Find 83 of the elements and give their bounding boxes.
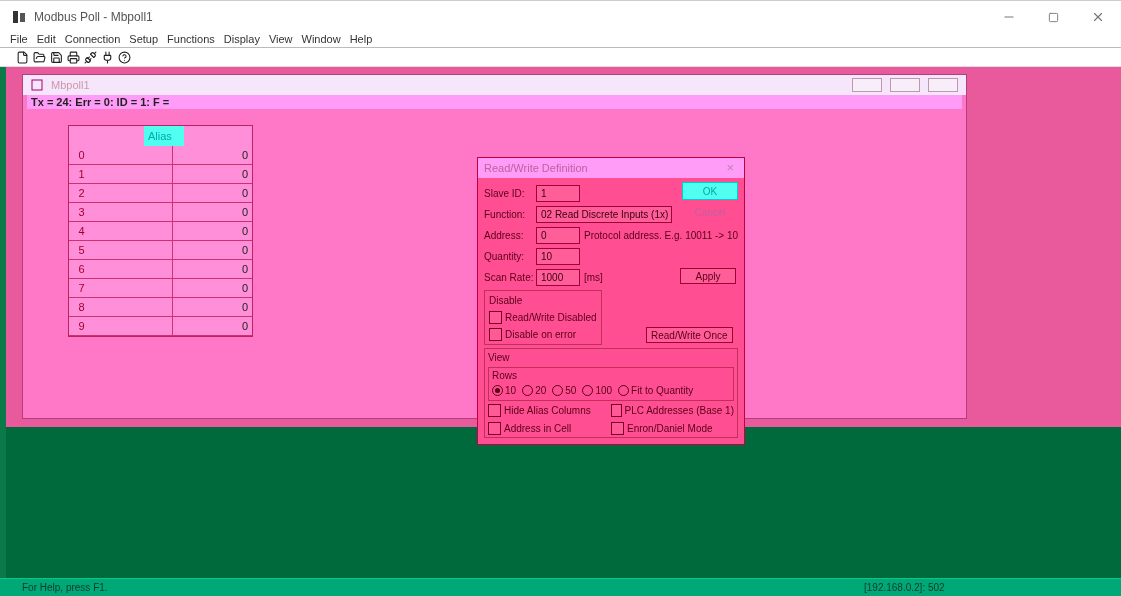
function-dropdown[interactable]: 02 Read Discrete Inputs (1x) — [536, 205, 672, 223]
radio-label: Fit to Quantity — [631, 384, 694, 398]
radio-label: 50 — [565, 384, 577, 398]
table-cell: 0 — [172, 279, 252, 297]
window-title: Modbus Poll - Mbpoll1 — [34, 9, 154, 26]
menu-item[interactable]: Edit — [36, 30, 56, 48]
new-file-icon[interactable] — [16, 50, 29, 64]
menu-item[interactable]: File — [10, 30, 28, 48]
radio-label: 10 — [505, 384, 517, 398]
checkbox[interactable] — [489, 311, 502, 324]
row-number: 8 — [77, 300, 86, 315]
help-icon[interactable] — [118, 50, 131, 64]
row-number: 7 — [77, 281, 86, 296]
table-cell: 0 — [172, 317, 252, 335]
checkbox[interactable] — [611, 404, 622, 417]
table-cell: 0 — [172, 260, 252, 278]
radio-label: 100 — [595, 384, 613, 398]
checkbox-label: Enron/Daniel Mode — [627, 422, 713, 436]
row-number: 5 — [77, 243, 86, 258]
field-label: Slave ID: — [484, 186, 526, 201]
table-cell: 0 — [172, 241, 252, 259]
checkbox-label: Read/Write Disabled — [505, 311, 597, 325]
menu-item[interactable]: View — [268, 30, 293, 48]
group-title: Disable — [489, 294, 524, 308]
table-cell: 0 — [172, 184, 252, 202]
table-cell: 0 — [172, 222, 252, 240]
checkbox-label: Disable on error — [505, 328, 577, 342]
save-icon[interactable] — [50, 50, 63, 64]
row-number: 9 — [77, 319, 86, 334]
field-label: Function: — [484, 207, 527, 222]
group-title: View — [488, 351, 511, 365]
row-number: 0 — [77, 148, 86, 163]
checkbox-label: Hide Alias Columns — [504, 404, 591, 418]
row-number: 3 — [77, 205, 86, 220]
maximize-icon[interactable] — [1048, 11, 1059, 23]
menu-item[interactable]: Window — [301, 30, 341, 48]
menu-item[interactable]: Help — [349, 30, 373, 48]
restore-button[interactable] — [890, 78, 920, 92]
print-icon[interactable] — [67, 50, 80, 64]
group-title: Rows — [492, 370, 517, 381]
menu-item[interactable]: Display — [223, 30, 260, 48]
menu-item[interactable]: Setup — [129, 30, 159, 48]
plug-icon[interactable] — [101, 50, 114, 64]
help-text: For Help, press F1. — [22, 581, 109, 595]
row-number: 6 — [77, 262, 86, 277]
app-icon — [12, 10, 26, 24]
table-cell: 0 — [172, 203, 252, 221]
hint-text: Protocol address. E.g. 10011 -> 10 — [584, 228, 739, 243]
checkbox-label: Address in Cell — [504, 422, 572, 436]
input-field[interactable]: 1 — [536, 184, 580, 202]
input-field[interactable]: 10 — [536, 247, 580, 265]
table-cell: 0 — [172, 146, 252, 164]
checkbox[interactable] — [489, 328, 502, 341]
row-number: 2 — [77, 186, 86, 201]
checkbox[interactable] — [488, 422, 501, 435]
checkbox[interactable] — [488, 404, 501, 417]
document-icon — [31, 79, 43, 91]
menu-item[interactable]: Connection — [64, 30, 121, 48]
table-cell: 0 — [172, 165, 252, 183]
close-button[interactable] — [928, 78, 958, 92]
column-header: Alias — [144, 126, 184, 146]
input-field[interactable]: 1000 — [536, 268, 580, 286]
read-write-once-button[interactable]: Read/Write Once — [646, 327, 733, 343]
minimize-button[interactable] — [852, 78, 882, 92]
row-number: 4 — [77, 224, 86, 239]
close-icon[interactable] — [1091, 10, 1105, 24]
row-number: 1 — [77, 167, 86, 182]
connection-text: [192.168.0.2]: 502 — [859, 580, 1099, 595]
checkbox-label: PLC Addresses (Base 1) — [624, 404, 734, 418]
unit-label: [ms] — [584, 270, 603, 285]
menu-item[interactable]: Functions — [167, 30, 215, 48]
folder-icon[interactable] — [33, 50, 46, 64]
plug-icon[interactable] — [84, 50, 97, 64]
input-field[interactable]: 0 — [536, 226, 580, 244]
table-cell: 0 — [172, 298, 252, 316]
field-label: Scan Rate: — [484, 270, 532, 285]
child-title: Mbpoll1 — [51, 77, 91, 93]
checkbox[interactable] — [611, 422, 624, 435]
field-label: Address: — [484, 228, 525, 243]
field-label: Quantity: — [484, 249, 526, 264]
apply-button[interactable]: Apply — [680, 268, 736, 284]
dialog-title: Read/Write Definition — [484, 160, 589, 176]
radio-label: 20 — [535, 384, 547, 398]
